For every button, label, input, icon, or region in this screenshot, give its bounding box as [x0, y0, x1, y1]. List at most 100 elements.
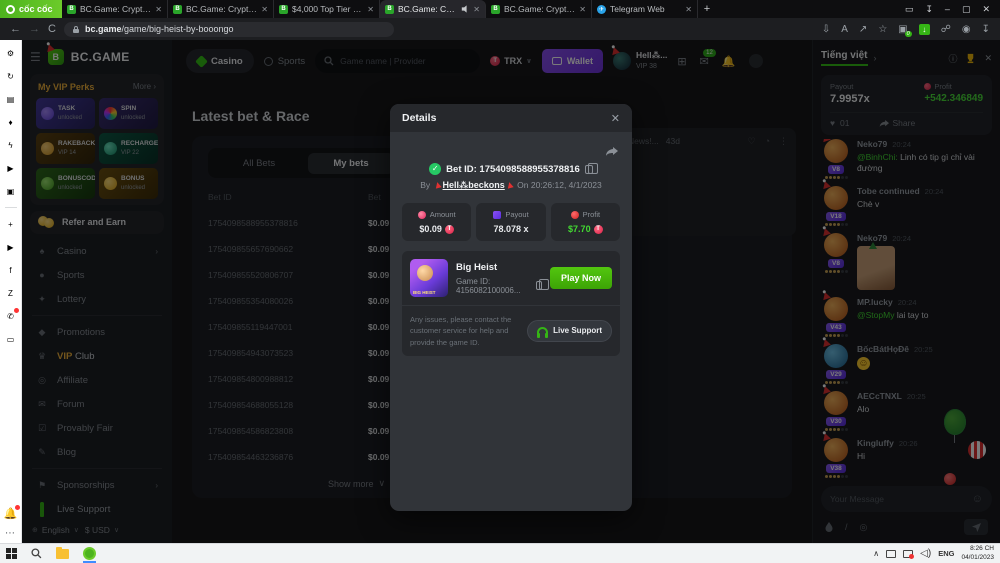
browser-sidebar-icon[interactable]: ϟ: [4, 138, 18, 152]
tab-title: BC.Game: Crypto Casino Gan: [80, 4, 151, 14]
display-tray-icon[interactable]: [886, 549, 897, 558]
tab-favicon: B: [279, 4, 288, 14]
download-panel-icon[interactable]: ↧: [925, 4, 933, 15]
tab-favicon: B: [173, 4, 182, 14]
browser-sidebar-icon[interactable]: ▤: [4, 92, 18, 106]
translate-icon[interactable]: A: [841, 24, 848, 35]
downloads-tray-icon[interactable]: ↧: [982, 24, 990, 35]
browser-tab[interactable]: B BC.Game: Crypto Casino Gar ✕: [486, 0, 592, 18]
file-explorer-icon[interactable]: [56, 546, 69, 559]
browser-sidebar-icon[interactable]: ▶: [4, 161, 18, 175]
bet-username[interactable]: Hell⁂beckons: [443, 180, 505, 190]
browser-sidebar-icon[interactable]: ▭: [4, 332, 18, 346]
modal-close-icon[interactable]: ✕: [611, 112, 620, 125]
coccoc-brand[interactable]: cốc cốc: [0, 0, 62, 18]
url-box[interactable]: bc.game/game/big-heist-by-booongo: [63, 21, 394, 37]
app-icon: ▶: [7, 163, 14, 173]
profile-icon[interactable]: ◉: [962, 24, 971, 35]
browser-tab[interactable]: B $4,000 Top Tier Booongo Mu ✕: [274, 0, 380, 18]
app-icon: ♦: [8, 117, 13, 127]
stat-label: Payout: [505, 210, 529, 219]
tab-title: BC.Game: Crypto Casino: [398, 4, 457, 14]
tray-expand-icon[interactable]: ∧: [873, 549, 879, 558]
tab-close-icon[interactable]: ✕: [367, 5, 374, 14]
app-icon: ▣: [6, 186, 15, 196]
tab-close-icon[interactable]: ✕: [261, 5, 268, 14]
page-viewport: ☰ B BC.GAME My VIP Perks More › T: [22, 40, 1000, 543]
notification-dot: [13, 308, 19, 313]
browser-sidebar-icon[interactable]: ▣: [4, 184, 18, 198]
stat-icon: [493, 210, 502, 219]
tab-close-icon[interactable]: ✕: [579, 5, 586, 14]
windows-taskbar: ∧ ◁) ENG 8:26 CH 04/01/2023: [0, 543, 1000, 563]
minimize-button[interactable]: –: [945, 4, 950, 14]
browser-sidebar-icon[interactable]: f: [4, 263, 18, 277]
browser-tabbar: cốc cốc B BC.Game: Crypto Casino Gan ✕ B…: [0, 0, 1000, 18]
support-note: Any issues, please contact the customer …: [410, 315, 512, 347]
stat-card: Amount $0.09 T: [402, 203, 472, 241]
notifications-bell-icon[interactable]: 🔔: [4, 505, 21, 520]
save-page-icon[interactable]: ⇩: [822, 24, 830, 35]
coccoc-logo-icon: [6, 4, 15, 14]
download-manager-icon[interactable]: ↓: [918, 23, 930, 35]
browser-sidebar-icon[interactable]: ↻: [4, 69, 18, 83]
sidebar-more-icon[interactable]: ⋯: [5, 528, 16, 539]
url-text: bc.game/game/big-heist-by-booongo: [84, 24, 234, 34]
back-button[interactable]: ←: [10, 23, 21, 35]
trx-coin-icon: T: [444, 224, 454, 234]
reader-mode-icon[interactable]: ▭: [905, 4, 914, 15]
stat-icon: [570, 210, 579, 219]
window-controls: ▭ ↧ – ▢ ✕: [895, 0, 1000, 18]
new-tab-button[interactable]: +: [698, 0, 716, 18]
browser-sidebar-icon[interactable]: Z: [4, 286, 18, 300]
browser-sidebar-icon[interactable]: ✆: [4, 308, 19, 323]
stat-label: Profit: [582, 210, 601, 219]
tab-close-icon[interactable]: ✕: [155, 5, 162, 14]
volume-tray-icon[interactable]: ◁): [920, 548, 931, 559]
trx-coin-icon: T: [593, 224, 603, 234]
copy-icon[interactable]: [584, 162, 598, 174]
browser-sidebar-icon[interactable]: ▶: [4, 240, 18, 254]
maximize-button[interactable]: ▢: [962, 4, 971, 15]
play-now-button[interactable]: Play Now: [549, 267, 612, 289]
stat-value: $0.09: [419, 224, 442, 234]
adblock-icon[interactable]: ▣ 0: [898, 24, 912, 37]
browser-sidebar-icon[interactable]: +: [4, 217, 18, 231]
copy-icon[interactable]: [535, 279, 550, 290]
close-button[interactable]: ✕: [982, 4, 990, 15]
lock-icon: [72, 25, 79, 33]
extensions-icon[interactable]: ☍: [941, 24, 951, 35]
app-icon: Z: [8, 288, 13, 298]
browser-tab[interactable]: ✈ Telegram Web ✕: [592, 0, 698, 18]
coccoc-taskbar-icon[interactable]: [83, 547, 96, 563]
browser-sidebar-icon[interactable]: ♦: [4, 115, 18, 129]
taskbar-clock[interactable]: 8:26 CH 04/01/2023: [961, 545, 994, 562]
forward-button[interactable]: →: [29, 23, 40, 35]
taskbar-search-icon[interactable]: [31, 548, 42, 559]
browser-tab[interactable]: B BC.Game: Crypto Casino Gan ✕: [62, 0, 168, 18]
stat-value: $7.70: [568, 224, 591, 234]
tab-title: BC.Game: Crypto Casino Gar: [504, 4, 575, 14]
tab-favicon: B: [385, 4, 394, 14]
santa-hat-icon: [433, 181, 442, 189]
browser-sidebar-icon[interactable]: ⚙: [4, 46, 18, 60]
reload-button[interactable]: C: [48, 23, 56, 35]
keyboard-language[interactable]: ENG: [938, 549, 954, 558]
game-thumbnail[interactable]: [410, 259, 448, 297]
tab-favicon: ✈: [597, 4, 606, 14]
game-name: Big Heist: [456, 261, 498, 273]
stat-label: Amount: [429, 210, 456, 219]
share-bet-icon[interactable]: [605, 146, 618, 157]
browser-tab[interactable]: B BC.Game: Crypto Casino ✕: [380, 0, 486, 18]
tab-audio-icon[interactable]: [461, 5, 469, 13]
recording-tray-icon[interactable]: [903, 549, 915, 559]
start-button[interactable]: [6, 548, 17, 559]
live-support-button[interactable]: Live Support: [527, 319, 612, 342]
bookmark-star-icon[interactable]: ☆: [878, 24, 887, 35]
app-icon: ▶: [7, 242, 14, 252]
tab-close-icon[interactable]: ✕: [685, 5, 692, 14]
game-id-row: Game ID: 4156082100006...: [456, 277, 550, 295]
browser-tab[interactable]: B BC.Game: Crypto Casino Gan ✕: [168, 0, 274, 18]
tab-close-icon[interactable]: ✕: [473, 5, 480, 14]
share-page-icon[interactable]: ↗: [859, 24, 867, 35]
